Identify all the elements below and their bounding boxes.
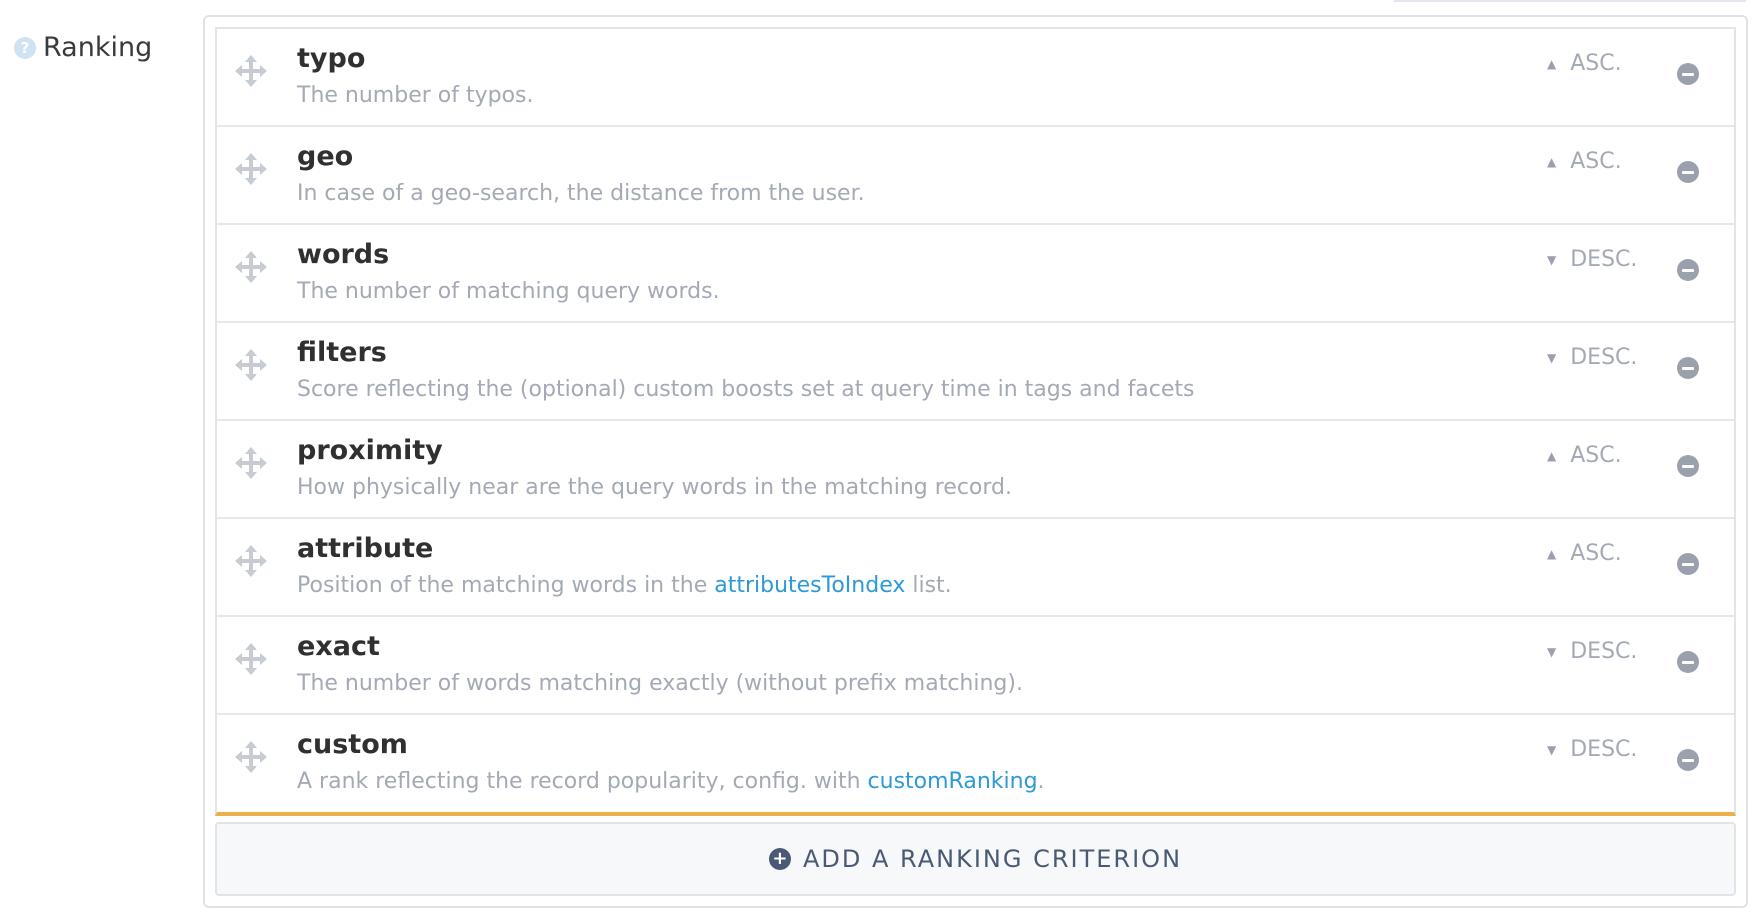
order-label: ASC. [1570, 149, 1622, 174]
remove-criterion-button[interactable] [1677, 455, 1699, 477]
description-text: Position of the matching words in the [297, 573, 715, 598]
drag-handle-icon[interactable] [233, 543, 269, 579]
description-text: list. [905, 573, 952, 598]
order-toggle[interactable]: ▲ ASC. [1547, 149, 1622, 174]
description-text: A rank reflecting the record popularity,… [297, 769, 868, 794]
criterion-description: Position of the matching words in the at… [297, 573, 952, 598]
order-label: DESC. [1570, 345, 1638, 370]
remove-criterion-button[interactable] [1677, 259, 1699, 281]
order-label: ASC. [1570, 51, 1622, 76]
caret-up-icon: ▲ [1547, 546, 1557, 561]
order-label: DESC. [1570, 639, 1638, 664]
drag-handle-icon[interactable] [233, 445, 269, 481]
criterion-row-proximity[interactable]: proximity How physically near are the qu… [217, 421, 1734, 519]
criterion-row-custom[interactable]: custom A rank reflecting the record popu… [217, 715, 1734, 812]
order-toggle[interactable]: ▲ ASC. [1547, 443, 1622, 468]
minus-icon [1682, 464, 1694, 468]
order-toggle[interactable]: ▼ DESC. [1547, 247, 1637, 272]
criterion-description: A rank reflecting the record popularity,… [297, 769, 1045, 794]
caret-down-icon: ▼ [1547, 742, 1557, 757]
drag-handle-icon[interactable] [233, 739, 269, 775]
minus-icon [1682, 170, 1694, 174]
criterion-row-exact[interactable]: exact The number of words matching exact… [217, 617, 1734, 715]
criterion-row-words[interactable]: words The number of matching query words… [217, 225, 1734, 323]
order-label: DESC. [1570, 737, 1638, 762]
minus-icon [1682, 562, 1694, 566]
drag-handle-icon[interactable] [233, 641, 269, 677]
plus-circle-icon: + [768, 848, 791, 870]
top-input-edge [1394, 0, 1746, 2]
criterion-name: filters [297, 337, 387, 368]
remove-criterion-button[interactable] [1677, 161, 1699, 183]
minus-icon [1682, 366, 1694, 370]
add-ranking-criterion-button[interactable]: + ADD A RANKING CRITERION [215, 822, 1736, 896]
ranking-criteria-list: typo The number of typos. ▲ ASC. geo In … [215, 27, 1736, 816]
drag-handle-icon[interactable] [233, 151, 269, 187]
minus-icon [1682, 660, 1694, 664]
remove-criterion-button[interactable] [1677, 63, 1699, 85]
minus-icon [1682, 72, 1694, 76]
order-toggle[interactable]: ▼ DESC. [1547, 345, 1637, 370]
order-label: DESC. [1570, 247, 1638, 272]
order-toggle[interactable]: ▲ ASC. [1547, 51, 1622, 76]
caret-up-icon: ▲ [1547, 56, 1557, 71]
drag-handle-icon[interactable] [233, 249, 269, 285]
question-circle-icon[interactable]: ? [14, 36, 36, 59]
drag-handle-icon[interactable] [233, 53, 269, 89]
remove-criterion-button[interactable] [1677, 357, 1699, 379]
criterion-name: attribute [297, 533, 434, 564]
minus-icon [1682, 268, 1694, 272]
order-toggle[interactable]: ▼ DESC. [1547, 737, 1637, 762]
criterion-description: Score reflecting the (optional) custom b… [297, 377, 1195, 402]
criterion-description: The number of typos. [297, 83, 534, 108]
drag-handle-icon[interactable] [233, 347, 269, 383]
criterion-description: In case of a geo-search, the distance fr… [297, 181, 865, 206]
caret-up-icon: ▲ [1547, 448, 1557, 463]
caret-down-icon: ▼ [1547, 252, 1557, 267]
criterion-name: words [297, 239, 390, 270]
section-label: Ranking [43, 32, 153, 63]
ranking-label-group: ? Ranking [14, 32, 152, 63]
criterion-description: How physically near are the query words … [297, 475, 1013, 500]
criterion-row-geo[interactable]: geo In case of a geo-search, the distanc… [217, 127, 1734, 225]
criterion-description: The number of words matching exactly (wi… [297, 671, 1023, 696]
criterion-name: custom [297, 729, 408, 760]
criterion-name: geo [297, 141, 354, 172]
description-text: . [1037, 769, 1045, 794]
caret-up-icon: ▲ [1547, 154, 1557, 169]
order-label: ASC. [1570, 443, 1622, 468]
order-toggle[interactable]: ▲ ASC. [1547, 541, 1622, 566]
criterion-row-attribute[interactable]: attribute Position of the matching words… [217, 519, 1734, 617]
remove-criterion-button[interactable] [1677, 553, 1699, 575]
add-button-label: ADD A RANKING CRITERION [802, 845, 1183, 873]
caret-down-icon: ▼ [1547, 644, 1557, 659]
remove-criterion-button[interactable] [1677, 749, 1699, 771]
criterion-name: typo [297, 43, 366, 74]
remove-criterion-button[interactable] [1677, 651, 1699, 673]
order-label: ASC. [1570, 541, 1622, 566]
criterion-description: The number of matching query words. [297, 279, 720, 304]
criterion-name: exact [297, 631, 380, 662]
order-toggle[interactable]: ▼ DESC. [1547, 639, 1637, 664]
custom-ranking-link[interactable]: customRanking [868, 769, 1038, 794]
criterion-row-filters[interactable]: filters Score reflecting the (optional) … [217, 323, 1734, 421]
criterion-row-typo[interactable]: typo The number of typos. ▲ ASC. [217, 29, 1734, 127]
minus-icon [1682, 758, 1694, 762]
criterion-name: proximity [297, 435, 443, 466]
attributes-to-index-link[interactable]: attributesToIndex [714, 573, 905, 598]
caret-down-icon: ▼ [1547, 350, 1557, 365]
